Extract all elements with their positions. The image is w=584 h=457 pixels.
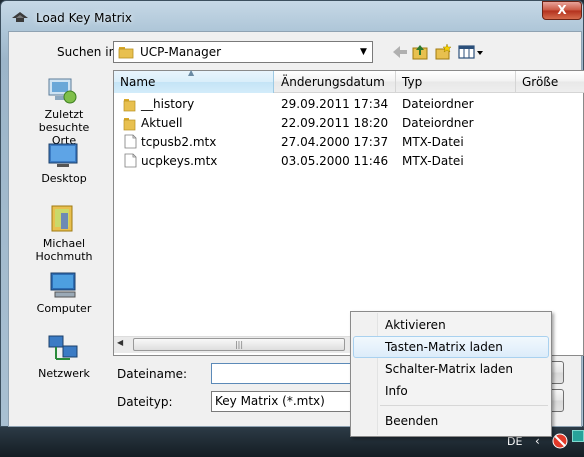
chevron-down-icon[interactable]: ▼ [355,42,372,62]
place-network[interactable]: Netzwerk [19,367,109,380]
column-date-label[interactable]: Änderungsdatum [281,75,385,89]
folder-icon [118,47,134,59]
computer-icon[interactable] [47,270,81,300]
recent-places-icon[interactable] [44,75,78,105]
file-icon [124,153,137,168]
filename-input[interactable] [211,363,356,384]
place-label: Computer [36,302,92,315]
folder-icon [123,118,136,131]
file-name: tcpusb2.mtx [141,135,217,149]
place-user[interactable]: Michael Hochmuth [19,237,109,263]
user-folder-icon[interactable] [47,203,81,233]
place-label: Hochmuth [35,250,93,263]
file-date: 27.04.2000 17:37 [281,135,389,149]
app-icon [12,12,28,22]
file-type: Dateiordner [402,116,474,130]
menu-separator [380,405,548,406]
lookin-value: UCP-Manager [140,45,222,59]
place-label: Michael [42,237,86,250]
place-label: Netzwerk [38,367,90,380]
no-entry-tray-icon[interactable] [551,432,569,450]
folder-icon [123,99,136,112]
file-type: MTX-Datei [402,135,464,149]
file-type: Dateiordner [402,97,474,111]
sort-up-icon: ▲ [188,68,195,77]
place-label: Zuletzt besuchte [38,108,90,134]
new-folder-icon[interactable] [434,43,452,61]
scroll-left-icon[interactable]: ◀ [117,338,123,347]
file-name: Aktuell [141,116,183,130]
back-arrow-icon[interactable] [391,43,409,61]
column-size-label[interactable]: Größe [522,75,558,89]
menu-item-info[interactable]: Info [385,384,408,398]
desktop-icon[interactable] [46,141,80,171]
file-name: ucpkeys.mtx [141,154,218,168]
menu-icon-gutter [352,313,378,435]
file-date: 03.05.2000 11:46 [281,154,389,168]
up-folder-icon[interactable] [411,43,429,61]
place-computer[interactable]: Computer [19,302,109,315]
app-tray-icon[interactable] [572,430,584,442]
file-date: 22.09.2011 18:20 [281,116,389,130]
view-menu-icon[interactable] [457,43,485,61]
column-divider[interactable] [515,71,516,93]
file-icon [124,134,137,149]
filetype-label: Dateityp: [117,395,173,409]
column-divider[interactable] [395,71,396,93]
scrollbar-thumb[interactable]: ||| [133,338,345,351]
menu-item-beenden[interactable]: Beenden [385,414,438,428]
filetype-dropdown[interactable]: Key Matrix (*.mtx) [211,391,356,412]
place-label: Desktop [41,172,87,185]
network-icon[interactable] [47,333,81,363]
column-type-label[interactable]: Typ [402,75,422,89]
close-button[interactable]: X [542,1,582,20]
menu-item-tasten-matrix-laden[interactable]: Tasten-Matrix laden [385,340,503,354]
window-title: Load Key Matrix [36,11,132,25]
menu-item-aktivieren[interactable]: Aktivieren [385,318,446,332]
file-date: 29.09.2011 17:34 [281,97,389,111]
lookin-label: Suchen in: [57,45,121,59]
menu-item-schalter-matrix-laden[interactable]: Schalter-Matrix laden [385,362,513,376]
file-type: MTX-Datei [402,154,464,168]
file-name: __history [141,97,195,111]
column-name-label[interactable]: Name [120,75,155,89]
filename-label: Dateiname: [117,367,188,381]
place-desktop[interactable]: Desktop [19,172,109,185]
